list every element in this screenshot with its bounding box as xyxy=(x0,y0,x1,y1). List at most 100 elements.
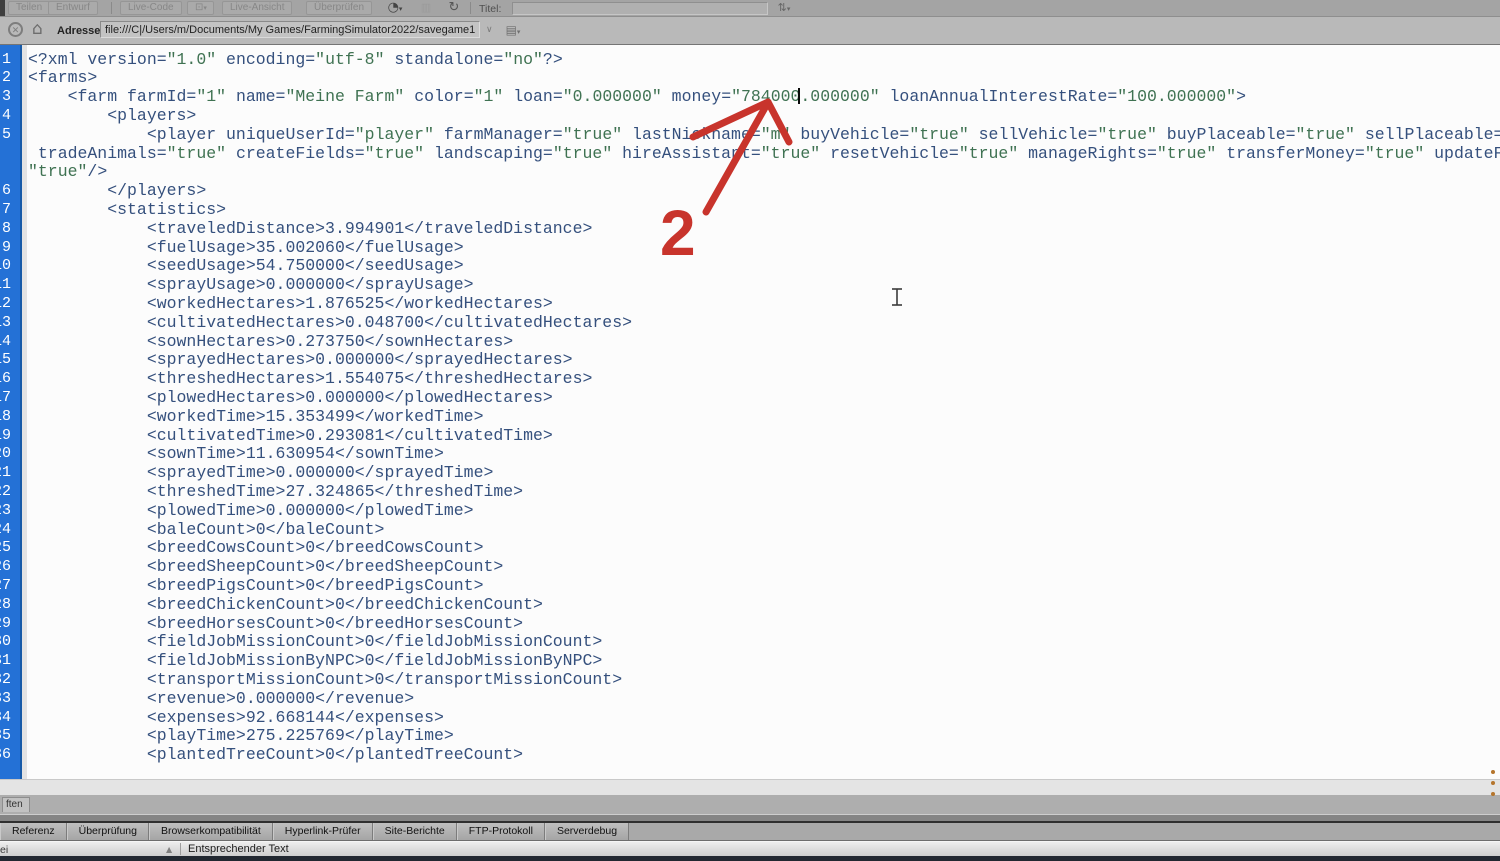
code-line[interactable]: <revenue>0.000000</revenue> xyxy=(28,690,414,709)
refresh-icon: ↻ xyxy=(449,0,460,15)
code-line[interactable]: <plantedTreeCount>0</plantedTreeCount> xyxy=(28,746,523,765)
code-line[interactable]: <expenses>92.668144</expenses> xyxy=(28,709,444,728)
line-number: 33 xyxy=(0,690,11,709)
status-text-fragment: ei xyxy=(0,844,8,856)
code-line[interactable]: <threshedTime>27.324865</threshedTime> xyxy=(28,483,523,502)
code-line[interactable]: "true"/> xyxy=(28,163,107,182)
code-editor[interactable]: <?xml version="1.0" encoding="utf-8" sta… xyxy=(0,45,1500,779)
results-tab-browserkompatibilit-t[interactable]: Browserkompatibilität xyxy=(149,823,273,840)
live-view-options-button[interactable]: ⊡▾ xyxy=(187,1,214,15)
code-line[interactable]: <traveledDistance>3.994901</traveledDist… xyxy=(28,220,592,239)
code-line[interactable]: <breedChickenCount>0</breedChickenCount> xyxy=(28,596,543,615)
line-number: 4 xyxy=(0,107,11,126)
line-number: 8 xyxy=(0,220,11,239)
code-line[interactable]: <fuelUsage>35.002060</fuelUsage> xyxy=(28,239,464,258)
results-tab-ftp-protokoll[interactable]: FTP-Protokoll xyxy=(457,823,545,840)
edge-dot xyxy=(1491,781,1495,785)
line-number: 17 xyxy=(0,389,11,408)
line-number: 2 xyxy=(0,69,11,88)
line-number: 12 xyxy=(0,295,11,314)
dreamweaver-window: { "toolbar": { "buttons": ["Teilen", "En… xyxy=(0,0,1500,861)
preview-in-browser-button[interactable]: ◔▾ xyxy=(384,0,406,16)
code-line[interactable]: <plowedTime>0.000000</plowedTime> xyxy=(28,502,474,521)
code-line[interactable]: <players> xyxy=(28,107,196,126)
inspect-button[interactable]: Überprüfen xyxy=(306,1,372,15)
status-divider xyxy=(180,843,181,855)
browser-navigation-bar: ✕ ⌂ Adresse: ∨ ▤▾ xyxy=(0,17,1500,45)
line-number: 26 xyxy=(0,558,11,577)
line-number: 34 xyxy=(0,709,11,728)
live-view-button[interactable]: Live-Ansicht xyxy=(222,1,292,15)
code-line[interactable]: <breedPigsCount>0</breedPigsCount> xyxy=(28,577,483,596)
code-line[interactable]: <workedTime>15.353499</workedTime> xyxy=(28,408,483,427)
document-title-input[interactable] xyxy=(512,2,768,15)
results-tab-hyperlink-pr-fer[interactable]: Hyperlink-Prüfer xyxy=(273,823,373,840)
file-management-button[interactable]: ⇅▾ xyxy=(770,0,798,16)
code-line[interactable]: <?xml version="1.0" encoding="utf-8" sta… xyxy=(28,51,563,70)
stop-icon[interactable]: ✕ xyxy=(8,22,23,37)
code-line[interactable]: <seedUsage>54.750000</seedUsage> xyxy=(28,257,464,276)
code-line[interactable]: <sprayedTime>0.000000</sprayedTime> xyxy=(28,464,493,483)
results-tabs: ReferenzÜberprüfungBrowserkompatibilität… xyxy=(0,823,1500,841)
line-number: 23 xyxy=(0,502,11,521)
code-line[interactable]: <statistics> xyxy=(28,201,226,220)
design-view-button[interactable]: Entwurf xyxy=(48,1,98,15)
line-number: 6 xyxy=(0,182,11,201)
check-browser-compatibility-button[interactable]: ▥ xyxy=(416,0,436,16)
address-label: Adresse: xyxy=(57,25,104,37)
address-options-button[interactable]: ▤▾ xyxy=(500,20,526,40)
dropdown-icon: ▾ xyxy=(203,4,207,12)
globe-icon: ◔ xyxy=(388,0,399,15)
home-icon[interactable]: ⌂ xyxy=(32,19,43,39)
split-view-button[interactable]: Teilen xyxy=(8,1,50,15)
code-line[interactable]: <sprayedHectares>0.000000</sprayedHectar… xyxy=(28,351,573,370)
code-line[interactable]: </players> xyxy=(28,182,206,201)
code-line[interactable]: <breedHorsesCount>0</breedHorsesCount> xyxy=(28,615,523,634)
results-tab-site-berichte[interactable]: Site-Berichte xyxy=(373,823,457,840)
code-line[interactable]: <sownHectares>0.273750</sownHectares> xyxy=(28,333,513,352)
line-number: 16 xyxy=(0,370,11,389)
chevron-down-icon[interactable]: ∨ xyxy=(486,25,493,35)
results-tab-referenz[interactable]: Referenz xyxy=(0,823,67,840)
code-line[interactable]: <fieldJobMissionCount>0</fieldJobMission… xyxy=(28,633,602,652)
code-line[interactable]: <sprayUsage>0.000000</sprayUsage> xyxy=(28,276,474,295)
toolbar-divider xyxy=(470,2,471,14)
results-tab--berpr-fung[interactable]: Überprüfung xyxy=(67,823,149,840)
code-line[interactable]: <sownTime>11.630954</sownTime> xyxy=(28,445,444,464)
results-tab-serverdebug[interactable]: Serverdebug xyxy=(545,823,629,840)
code-line[interactable]: <transportMissionCount>0</transportMissi… xyxy=(28,671,622,690)
code-line[interactable]: <fieldJobMissionByNPC>0</fieldJobMission… xyxy=(28,652,602,671)
refresh-button[interactable]: ↻ xyxy=(444,0,464,16)
code-line[interactable]: <breedSheepCount>0</breedSheepCount> xyxy=(28,558,503,577)
line-number: 10 xyxy=(0,257,11,276)
code-view-button-fragment[interactable] xyxy=(0,0,5,16)
line-number: 20 xyxy=(0,445,11,464)
line-number: 35 xyxy=(0,727,11,746)
code-line[interactable]: <farm farmId="1" name="Meine Farm" color… xyxy=(28,88,1246,107)
code-line[interactable]: <workedHectares>1.876525</workedHectares… xyxy=(28,295,553,314)
dropdown-icon: ▾ xyxy=(399,5,403,13)
file-management-icon: ⇅ xyxy=(778,1,787,14)
collapse-panel-icon[interactable]: ▲ xyxy=(166,845,172,854)
document-toolbar: Teilen Entwurf Live-Code ⊡▾ Live-Ansicht… xyxy=(0,0,1500,17)
code-line[interactable]: <farms> xyxy=(28,69,97,88)
code-line[interactable]: <playTime>275.225769</playTime> xyxy=(28,727,454,746)
line-number: 27 xyxy=(0,577,11,596)
code-line[interactable]: <player uniqueUserId="player" farmManage… xyxy=(28,126,1500,145)
line-number: 22 xyxy=(0,483,11,502)
live-code-button[interactable]: Live-Code xyxy=(120,1,182,15)
text-caret xyxy=(798,88,800,104)
code-line[interactable]: <plowedHectares>0.000000</plowedHectares… xyxy=(28,389,553,408)
address-input[interactable] xyxy=(100,21,480,38)
code-line[interactable]: tradeAnimals="true" createFields="true" … xyxy=(28,145,1500,164)
code-line[interactable]: <cultivatedTime>0.293081</cultivatedTime… xyxy=(28,427,553,446)
line-number: 29 xyxy=(0,615,11,634)
compatibility-check-icon: ▥ xyxy=(421,1,431,14)
code-line[interactable]: <cultivatedHectares>0.048700</cultivated… xyxy=(28,314,632,333)
properties-panel-tab-fragment[interactable]: ften xyxy=(2,797,30,812)
code-line[interactable]: <baleCount>0</baleCount> xyxy=(28,521,384,540)
code-line[interactable]: <breedCowsCount>0</breedCowsCount> xyxy=(28,539,483,558)
code-line[interactable]: <threshedHectares>1.554075</threshedHect… xyxy=(28,370,592,389)
list-view-icon: ▤ xyxy=(506,23,517,37)
line-number: 14 xyxy=(0,333,11,352)
